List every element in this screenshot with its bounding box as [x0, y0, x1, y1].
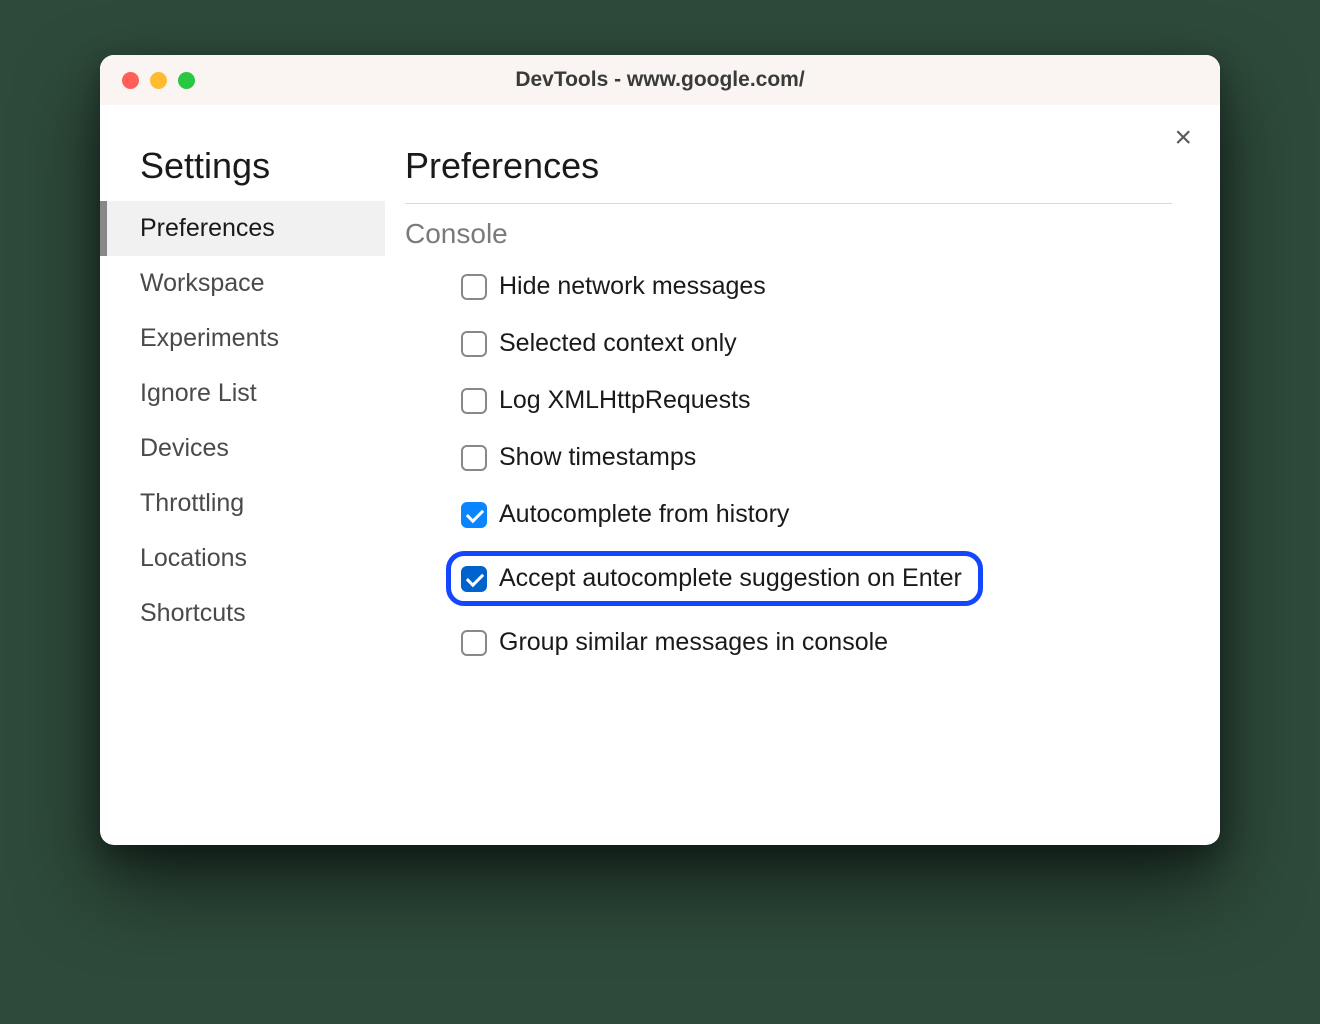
sidebar-item-preferences[interactable]: Preferences	[100, 201, 385, 256]
preferences-list: Hide network messages Selected context on…	[405, 272, 1172, 657]
sidebar-item-locations[interactable]: Locations	[100, 531, 385, 586]
window-title: DevTools - www.google.com/	[100, 68, 1220, 92]
close-icon[interactable]: ×	[1174, 123, 1192, 153]
devtools-settings-window: DevTools - www.google.com/ × Settings Pr…	[100, 55, 1220, 845]
window-controls	[122, 72, 195, 89]
pref-label: Autocomplete from history	[499, 500, 789, 529]
sidebar-item-label: Locations	[140, 544, 247, 572]
sidebar-item-label: Devices	[140, 434, 229, 462]
pref-row: Accept autocomplete suggestion on Enter	[446, 551, 983, 606]
settings-content: × Settings Preferences Workspace Experimen…	[100, 105, 1220, 845]
pref-label: Selected context only	[499, 329, 737, 358]
sidebar-item-label: Workspace	[140, 269, 265, 297]
sidebar-item-workspace[interactable]: Workspace	[100, 256, 385, 311]
sidebar-item-shortcuts[interactable]: Shortcuts	[100, 586, 385, 641]
sidebar-item-ignore-list[interactable]: Ignore List	[100, 366, 385, 421]
pref-label: Accept autocomplete suggestion on Enter	[499, 564, 962, 593]
checkbox[interactable]	[461, 388, 487, 414]
section-label-console: Console	[405, 218, 1172, 250]
sidebar-item-throttling[interactable]: Throttling	[100, 476, 385, 531]
sidebar-item-label: Experiments	[140, 324, 279, 352]
pref-row: Autocomplete from history	[461, 500, 1172, 529]
maximize-window-button[interactable]	[178, 72, 195, 89]
pref-label: Log XMLHttpRequests	[499, 386, 751, 415]
checkbox[interactable]	[461, 331, 487, 357]
checkbox[interactable]	[461, 502, 487, 528]
pref-row: Hide network messages	[461, 272, 1172, 301]
pref-row: Group similar messages in console	[461, 628, 1172, 657]
settings-main-panel: Preferences Console Hide network message…	[385, 105, 1220, 845]
checkbox[interactable]	[461, 566, 487, 592]
sidebar-item-label: Shortcuts	[140, 599, 246, 627]
sidebar-item-label: Throttling	[140, 489, 244, 517]
close-window-button[interactable]	[122, 72, 139, 89]
pref-row: Log XMLHttpRequests	[461, 386, 1172, 415]
settings-sidebar: Settings Preferences Workspace Experiments…	[100, 105, 385, 845]
pref-label: Show timestamps	[499, 443, 696, 472]
sidebar-item-label: Ignore List	[140, 379, 257, 407]
pref-row: Selected context only	[461, 329, 1172, 358]
sidebar-item-devices[interactable]: Devices	[100, 421, 385, 476]
window-titlebar: DevTools - www.google.com/	[100, 55, 1220, 105]
checkbox[interactable]	[461, 445, 487, 471]
minimize-window-button[interactable]	[150, 72, 167, 89]
pref-label: Hide network messages	[499, 272, 766, 301]
sidebar-item-label: Preferences	[140, 214, 275, 242]
pref-row: Show timestamps	[461, 443, 1172, 472]
sidebar-title: Settings	[100, 145, 385, 201]
checkbox[interactable]	[461, 274, 487, 300]
pref-label: Group similar messages in console	[499, 628, 888, 657]
page-title: Preferences	[405, 145, 1172, 204]
sidebar-item-experiments[interactable]: Experiments	[100, 311, 385, 366]
checkbox[interactable]	[461, 630, 487, 656]
